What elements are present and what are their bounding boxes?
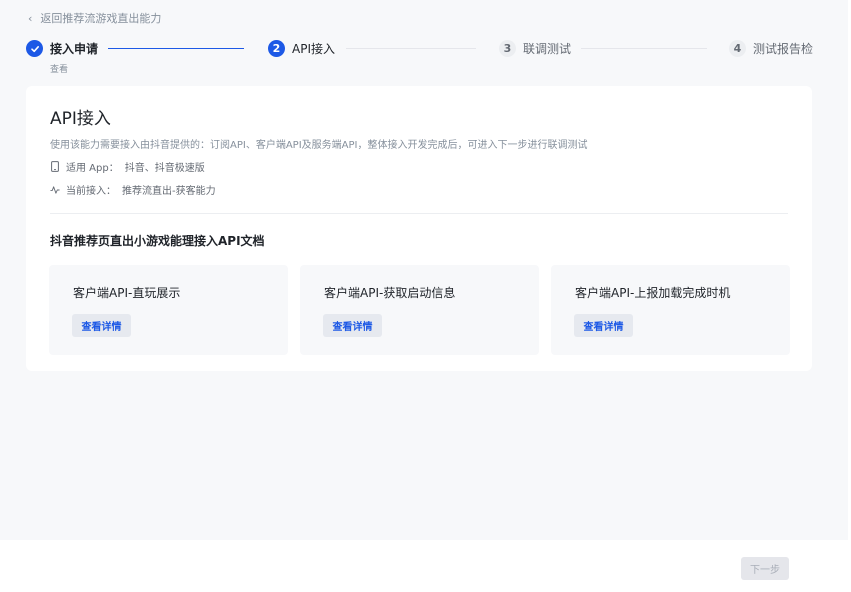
view-details-button[interactable]: 查看详情 xyxy=(323,314,382,337)
doc-card-title: 客户端API-直玩展示 xyxy=(73,286,181,300)
doc-card-title: 客户端API-获取启动信息 xyxy=(324,286,456,300)
current-label: 当前接入： xyxy=(66,186,116,197)
step-label: 联调测试 xyxy=(523,42,572,56)
step-connector xyxy=(581,48,707,49)
current-value: 推荐流直出-获客能力 xyxy=(122,186,216,197)
view-details-button[interactable]: 查看详情 xyxy=(574,314,633,337)
step-number: 2 xyxy=(268,40,285,57)
doc-card: 客户端API-获取启动信息 查看详情 xyxy=(300,265,539,355)
step-label: 测试报告检 xyxy=(753,42,814,56)
activity-icon xyxy=(50,184,60,196)
step-api[interactable]: 2 API接入 xyxy=(268,40,335,57)
step-number: 4 xyxy=(729,40,746,57)
step-report[interactable]: 4 测试报告检 xyxy=(729,40,813,57)
step-number: 3 xyxy=(499,40,516,57)
step-view-link[interactable]: 查看 xyxy=(50,62,68,75)
footer-bar: 下一步 xyxy=(0,540,851,592)
view-details-button[interactable]: 查看详情 xyxy=(72,314,131,337)
phone-icon xyxy=(50,161,60,173)
back-link-label: 返回推荐流游戏直出能力 xyxy=(40,12,162,25)
doc-card: 客户端API-上报加载完成时机 查看详情 xyxy=(551,265,790,355)
page-title: API接入 xyxy=(50,109,111,129)
app-info: 适用 App： 抖音、抖音极速版 xyxy=(50,159,205,174)
next-step-button[interactable]: 下一步 xyxy=(741,557,789,580)
back-link[interactable]: ‹ 返回推荐流游戏直出能力 xyxy=(28,10,161,26)
step-test[interactable]: 3 联调测试 xyxy=(499,40,571,57)
current-access-info: 当前接入： 推荐流直出-获客能力 xyxy=(50,182,216,197)
section-title: 抖音推荐页直出小游戏能理接入API文档 xyxy=(50,234,265,248)
step-label: 接入申请 xyxy=(50,42,99,56)
step-apply[interactable]: 接入申请 查看 xyxy=(26,40,99,75)
card-description: 使用该能力需要接入由抖音提供的：订阅API、客户端API及服务端API，整体接入… xyxy=(50,140,588,151)
chevron-left-icon: ‹ xyxy=(28,11,33,25)
stepper: 接入申请 查看 2 API接入 3 联调测试 4 测试报告检 xyxy=(26,40,826,75)
doc-card-title: 客户端API-上报加载完成时机 xyxy=(575,286,731,300)
doc-card: 客户端API-直玩展示 查看详情 xyxy=(49,265,288,355)
app-value: 抖音、抖音极速版 xyxy=(124,163,205,174)
api-access-card: API接入 使用该能力需要接入由抖音提供的：订阅API、客户端API及服务端AP… xyxy=(26,86,812,371)
check-icon xyxy=(26,40,43,57)
step-connector xyxy=(346,48,476,49)
divider xyxy=(50,213,788,214)
step-connector xyxy=(108,48,244,49)
step-label: API接入 xyxy=(292,42,335,56)
app-label: 适用 App： xyxy=(66,163,119,174)
